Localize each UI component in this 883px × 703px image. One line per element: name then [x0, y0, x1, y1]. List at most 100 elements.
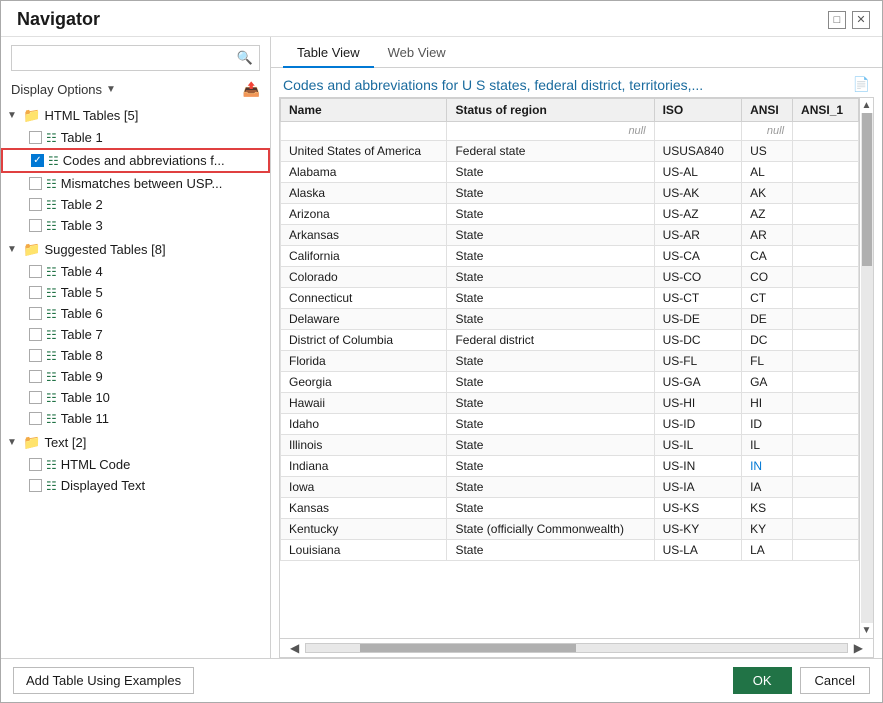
vertical-scrollbar[interactable]: ▲ ▼ [859, 98, 873, 638]
null-iso [654, 122, 742, 141]
tree-item-table7[interactable]: ☷ Table 7 [1, 324, 270, 345]
folder-icon-text: 📁 [23, 434, 40, 451]
table-row: Alaska State US-AK AK [281, 183, 859, 204]
scroll-up-icon[interactable]: ▲ [862, 98, 872, 113]
table-icon-codes: ☷ [48, 154, 59, 168]
checkbox-mismatches[interactable] [29, 177, 42, 190]
bottom-bar: Add Table Using Examples OK Cancel [1, 658, 882, 702]
text-section: ▼ 📁 Text [2] ☷ HTML Code ☷ Displayed Tex… [1, 431, 270, 496]
expand-arrow-icon: ▼ [7, 110, 19, 121]
table-scroll-area[interactable]: Name Status of region ISO ANSI ANSI_1 [280, 98, 859, 638]
table-row: Indiana State US-IN IN [281, 456, 859, 477]
tree-item-table9[interactable]: ☷ Table 9 [1, 366, 270, 387]
col-header-ansi1: ANSI_1 [793, 99, 859, 122]
left-panel: 🔍 Display Options ▼ 📤 ▼ 📁 HTML Tables [5… [1, 37, 271, 658]
checkbox-table10[interactable] [29, 391, 42, 404]
minimize-button[interactable]: □ [828, 11, 846, 29]
null-ansi1 [793, 122, 859, 141]
window-controls: □ ✕ [828, 11, 870, 29]
text-group[interactable]: ▼ 📁 Text [2] [1, 431, 270, 454]
checkbox-table3[interactable] [29, 219, 42, 232]
tree-item-table4[interactable]: ☷ Table 4 [1, 261, 270, 282]
checkbox-table8[interactable] [29, 349, 42, 362]
table-icon-table11: ☷ [46, 412, 57, 426]
checkbox-table5[interactable] [29, 286, 42, 299]
tree-item-mismatches[interactable]: ☷ Mismatches between USP... [1, 173, 270, 194]
table-row: Delaware State US-DE DE [281, 309, 859, 330]
preview-header: Codes and abbreviations for U S states, … [271, 68, 882, 97]
checkbox-table2[interactable] [29, 198, 42, 211]
table-row: Georgia State US-GA GA [281, 372, 859, 393]
close-button[interactable]: ✕ [852, 11, 870, 29]
cell-status: Federal state [447, 141, 654, 162]
horizontal-scrollbar[interactable]: ◀ ▶ [279, 639, 874, 658]
ok-button[interactable]: OK [733, 667, 792, 694]
checkbox-table1[interactable] [29, 131, 42, 144]
main-content: 🔍 Display Options ▼ 📤 ▼ 📁 HTML Tables [5… [1, 37, 882, 658]
scroll-right-icon[interactable]: ▶ [852, 641, 865, 655]
table-row: Iowa State US-IA IA [281, 477, 859, 498]
item-label-table10: Table 10 [61, 390, 110, 405]
scroll-down-icon[interactable]: ▼ [862, 623, 872, 638]
tree-item-html-code[interactable]: ☷ HTML Code [1, 454, 270, 475]
tab-web-view[interactable]: Web View [374, 37, 460, 68]
table-icon-table2: ☷ [46, 198, 57, 212]
table-icon-table3: ☷ [46, 219, 57, 233]
title-bar: Navigator □ ✕ [1, 1, 882, 37]
dropdown-arrow-icon: ▼ [106, 84, 116, 95]
cell-ansi1 [793, 141, 859, 162]
display-options-button[interactable]: Display Options ▼ [11, 82, 116, 97]
table-icon-table8: ☷ [46, 349, 57, 363]
checkbox-table4[interactable] [29, 265, 42, 278]
text-icon-displayed: ☷ [46, 479, 57, 493]
tree-item-table3[interactable]: ☷ Table 3 [1, 215, 270, 236]
v-scroll-track[interactable] [861, 113, 873, 623]
tree-item-table5[interactable]: ☷ Table 5 [1, 282, 270, 303]
tree-item-table8[interactable]: ☷ Table 8 [1, 345, 270, 366]
table-row: Louisiana State US-LA LA [281, 540, 859, 561]
display-options-bar: Display Options ▼ 📤 [1, 79, 270, 104]
suggested-tables-label: Suggested Tables [8] [44, 242, 165, 257]
checkbox-table6[interactable] [29, 307, 42, 320]
table-row: Florida State US-FL FL [281, 351, 859, 372]
tree-item-codes[interactable]: ✓ ☷ Codes and abbreviations f... [1, 148, 270, 173]
checkbox-html-code[interactable] [29, 458, 42, 471]
v-scroll-thumb[interactable] [862, 113, 872, 266]
checkbox-displayed-text[interactable] [29, 479, 42, 492]
item-label-table8: Table 8 [61, 348, 103, 363]
search-input[interactable] [12, 47, 231, 70]
scroll-left-icon[interactable]: ◀ [288, 641, 301, 655]
table-row: Illinois State US-IL IL [281, 435, 859, 456]
tree-item-table1[interactable]: ☷ Table 1 [1, 127, 270, 148]
suggested-tables-group[interactable]: ▼ 📁 Suggested Tables [8] [1, 238, 270, 261]
checkbox-table7[interactable] [29, 328, 42, 341]
cancel-button[interactable]: Cancel [800, 667, 870, 694]
tree: ▼ 📁 HTML Tables [5] ☷ Table 1 ✓ ☷ Co [1, 104, 270, 650]
html-tables-group[interactable]: ▼ 📁 HTML Tables [5] [1, 104, 270, 127]
text-label: Text [2] [44, 435, 86, 450]
item-label-table6: Table 6 [61, 306, 103, 321]
import-icon[interactable]: 📤 [243, 81, 260, 98]
tab-table-view[interactable]: Table View [283, 37, 374, 68]
h-scroll-track[interactable] [305, 643, 848, 653]
item-label-table9: Table 9 [61, 369, 103, 384]
h-scroll-thumb[interactable] [360, 644, 576, 652]
item-label-table11: Table 11 [61, 411, 109, 426]
navigator-dialog: Navigator □ ✕ 🔍 Display Options ▼ 📤 [0, 0, 883, 703]
checkbox-codes[interactable]: ✓ [31, 154, 44, 167]
tree-item-table2[interactable]: ☷ Table 2 [1, 194, 270, 215]
tree-item-table10[interactable]: ☷ Table 10 [1, 387, 270, 408]
table-row: Alabama State US-AL AL [281, 162, 859, 183]
add-table-button[interactable]: Add Table Using Examples [13, 667, 194, 694]
tree-item-table11[interactable]: ☷ Table 11 [1, 408, 270, 429]
checkbox-table11[interactable] [29, 412, 42, 425]
html-tables-section: ▼ 📁 HTML Tables [5] ☷ Table 1 ✓ ☷ Co [1, 104, 270, 236]
null-name [281, 122, 447, 141]
tree-item-displayed-text[interactable]: ☷ Displayed Text [1, 475, 270, 496]
search-box: 🔍 [11, 45, 260, 71]
table-icon-table9: ☷ [46, 370, 57, 384]
export-icon[interactable]: 📄 [853, 76, 870, 93]
col-header-iso: ISO [654, 99, 742, 122]
checkbox-table9[interactable] [29, 370, 42, 383]
tree-item-table6[interactable]: ☷ Table 6 [1, 303, 270, 324]
